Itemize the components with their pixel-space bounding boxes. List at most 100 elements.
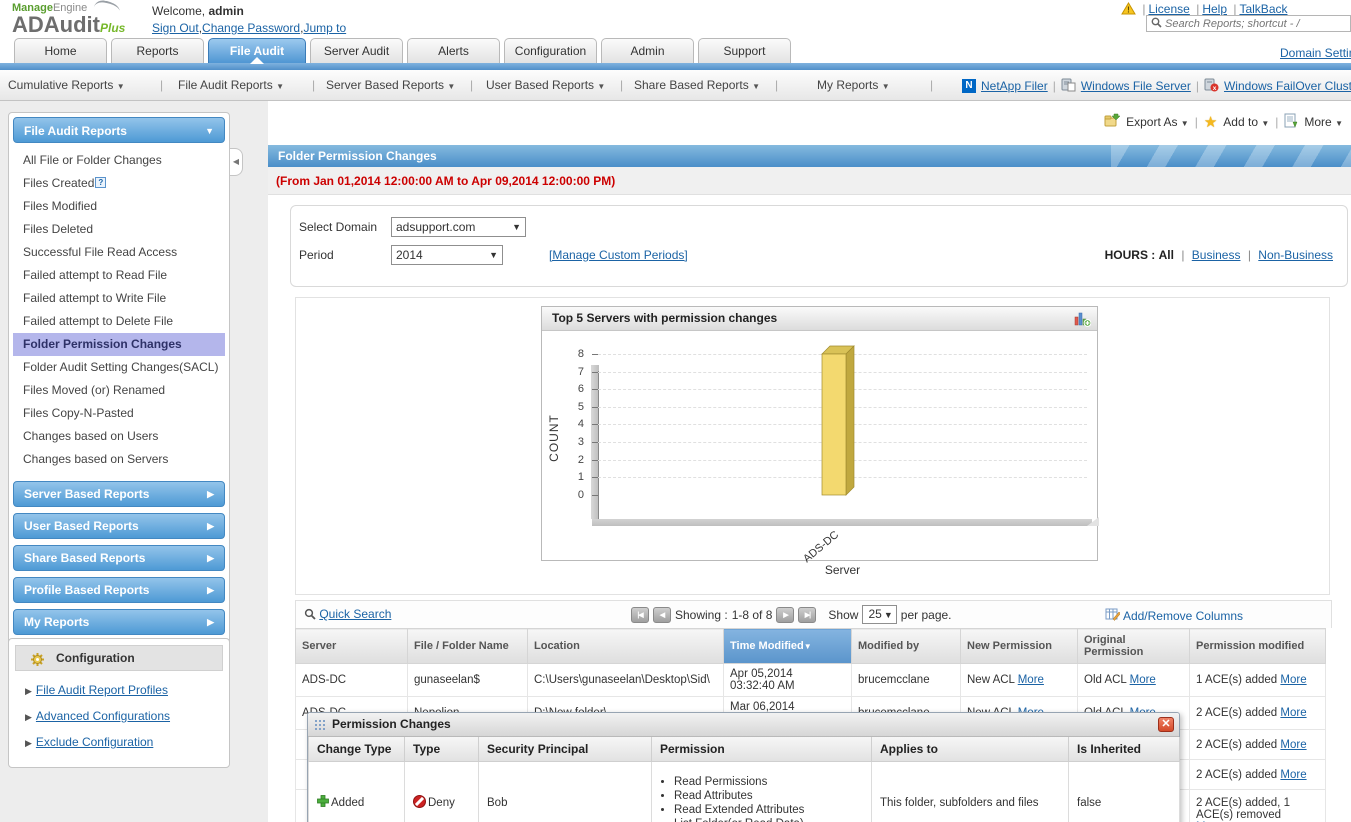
- subnav-cumulative-reports[interactable]: Cumulative Reports ▼: [8, 78, 125, 92]
- windows-file-server-link[interactable]: Windows File Server: [1081, 79, 1191, 93]
- col-original-permission[interactable]: Original Permission: [1077, 628, 1190, 664]
- add-remove-columns-link[interactable]: Add/Remove Columns: [1105, 607, 1243, 624]
- warning-icon[interactable]: !: [1121, 2, 1139, 18]
- subnav-my-reports[interactable]: My Reports ▼: [817, 78, 890, 92]
- sidebar-item-folder-permission-changes[interactable]: Folder Permission Changes: [13, 333, 225, 356]
- username: admin: [208, 4, 244, 18]
- sidebar-item-files-copy-n-pasted[interactable]: Files Copy-N-Pasted: [13, 402, 225, 425]
- hours-business-link[interactable]: Business: [1192, 248, 1241, 262]
- netapp-icon: N: [962, 79, 976, 93]
- prev-page-button[interactable]: ◀: [653, 606, 671, 623]
- tab-admin[interactable]: Admin: [601, 38, 694, 63]
- sidebar-item-successful-file-read-access[interactable]: Successful File Read Access: [13, 241, 225, 264]
- sidebar-item-failed-attempt-to-read-file[interactable]: Failed attempt to Read File: [13, 264, 225, 287]
- subnav-user-based-reports[interactable]: User Based Reports ▼: [486, 78, 605, 92]
- domain-select[interactable]: adsupport.com ▼: [391, 217, 526, 237]
- col-file-folder-name[interactable]: File / Folder Name: [407, 628, 528, 664]
- sidebar-section-my-reports[interactable]: My Reports ▶: [13, 609, 225, 635]
- config-link-exclude-configuration[interactable]: Exclude Configuration: [36, 735, 153, 749]
- manage-custom-periods-link[interactable]: [Manage Custom Periods]: [549, 248, 688, 262]
- col-new-permission[interactable]: New Permission: [960, 628, 1078, 664]
- period-select[interactable]: 2014 ▼: [391, 245, 503, 265]
- help-link[interactable]: Help: [1202, 2, 1227, 16]
- per-page-label: per page.: [900, 607, 952, 622]
- last-page-button[interactable]: ▶|: [798, 606, 817, 623]
- dialog-title-bar[interactable]: Permission Changes ✕: [308, 713, 1179, 737]
- chevron-right-icon: ▶: [207, 585, 214, 595]
- tab-configuration[interactable]: Configuration: [504, 38, 597, 63]
- export-as-button[interactable]: Export As ▼: [1126, 115, 1189, 129]
- sidebar-item-files-modified[interactable]: Files Modified: [13, 195, 225, 218]
- applies-to-value: This folder, subfolders and files: [871, 761, 1069, 822]
- sidebar-section-file-audit-reports[interactable]: File Audit Reports ▼: [13, 117, 225, 143]
- sidebar-section-share-based-reports[interactable]: Share Based Reports ▶: [13, 545, 225, 571]
- col-modified-by[interactable]: Modified by: [851, 628, 961, 664]
- y-tick: 8: [577, 348, 584, 360]
- chart-box: Top 5 Servers with permission changes 8 …: [541, 306, 1099, 577]
- close-icon[interactable]: ✕: [1158, 717, 1174, 732]
- col-server[interactable]: Server: [295, 628, 408, 664]
- jump-to-link[interactable]: Jump to: [303, 21, 346, 35]
- sidebar-item-folder-audit-setting-changes[interactable]: Folder Audit Setting Changes(SACL): [13, 356, 225, 379]
- search-icon: [1151, 17, 1162, 31]
- sidebar-item-files-created[interactable]: Files Created?: [13, 172, 225, 195]
- y-tick: 5: [577, 400, 584, 413]
- change-type-value: Added: [331, 796, 365, 809]
- next-page-button[interactable]: ▶: [776, 606, 795, 623]
- chevron-right-icon: ▶: [207, 617, 214, 627]
- sidebar-item-all-file-or-folder-changes[interactable]: All File or Folder Changes: [13, 149, 225, 172]
- quick-search-link[interactable]: Quick Search: [304, 607, 391, 621]
- domain-settings-link[interactable]: Domain Settings: [1280, 46, 1351, 60]
- add-to-button[interactable]: Add to ▼: [1223, 115, 1269, 129]
- subnav-file-audit-reports[interactable]: File Audit Reports ▼: [178, 78, 284, 92]
- drag-handle-icon[interactable]: [314, 719, 326, 731]
- tab-home[interactable]: Home: [14, 38, 107, 63]
- tab-server-audit[interactable]: Server Audit: [310, 38, 403, 63]
- global-search[interactable]: [1146, 15, 1351, 32]
- search-input[interactable]: [1165, 17, 1345, 30]
- sign-out-link[interactable]: Sign Out: [152, 21, 199, 35]
- col-time-modified[interactable]: Time Modified▼: [723, 628, 852, 664]
- filter-panel: Select Domain adsupport.com ▼ Period 2014…: [290, 205, 1348, 287]
- subnav-share-based-reports[interactable]: Share Based Reports ▼: [634, 78, 760, 92]
- talkback-link[interactable]: TalkBack: [1239, 2, 1287, 16]
- license-link[interactable]: License: [1148, 2, 1189, 16]
- config-link-advanced-configurations[interactable]: Advanced Configurations: [36, 709, 170, 723]
- netapp-filer-link[interactable]: NetApp Filer: [981, 79, 1048, 93]
- new-acl-more-link[interactable]: More: [1018, 674, 1044, 686]
- select-domain-label: Select Domain: [299, 220, 378, 234]
- tab-reports[interactable]: Reports: [111, 38, 204, 63]
- table-row: ADS-DC gunaseelan$ C:\Users\gunaseelan\D…: [295, 663, 1326, 697]
- sidebar-section-server-based-reports[interactable]: Server Based Reports ▶: [13, 481, 225, 507]
- permission-more-link[interactable]: More: [1280, 739, 1306, 751]
- first-page-button[interactable]: |◀: [631, 606, 649, 623]
- bar-ads-dc[interactable]: [818, 344, 858, 496]
- sidebar-item-files-moved-or-renamed[interactable]: Files Moved (or) Renamed: [13, 379, 225, 402]
- sidebar-section-profile-based-reports[interactable]: Profile Based Reports ▶: [13, 577, 225, 603]
- sidebar-item-changes-based-on-users[interactable]: Changes based on Users: [13, 425, 225, 448]
- permission-more-link[interactable]: More: [1280, 707, 1306, 719]
- tab-support[interactable]: Support: [698, 38, 791, 63]
- col-location[interactable]: Location: [527, 628, 724, 664]
- col-type: Type: [404, 737, 479, 762]
- old-acl-more-link[interactable]: More: [1130, 674, 1156, 686]
- sidebar-collapse-handle[interactable]: ◀: [230, 148, 243, 176]
- more-button[interactable]: More ▼: [1304, 115, 1343, 129]
- permission-more-link[interactable]: More: [1280, 674, 1306, 686]
- config-link-file-audit-report-profiles[interactable]: File Audit Report Profiles: [36, 683, 168, 697]
- permission-more-link[interactable]: More: [1280, 769, 1306, 781]
- change-password-link[interactable]: Change Password: [202, 21, 300, 35]
- sidebar-item-files-deleted[interactable]: Files Deleted: [13, 218, 225, 241]
- help-icon[interactable]: ?: [95, 177, 107, 188]
- search-icon: [304, 607, 316, 621]
- sidebar-item-changes-based-on-servers[interactable]: Changes based on Servers: [13, 448, 225, 471]
- windows-failover-cluster-link[interactable]: Windows FailOver Cluster: [1224, 79, 1351, 93]
- page-size-select[interactable]: 25 ▼: [862, 605, 897, 624]
- sidebar-item-failed-attempt-to-write-file[interactable]: Failed attempt to Write File: [13, 287, 225, 310]
- col-permission-modified[interactable]: Permission modified: [1189, 628, 1326, 664]
- sidebar-section-user-based-reports[interactable]: User Based Reports ▶: [13, 513, 225, 539]
- tab-alerts[interactable]: Alerts: [407, 38, 500, 63]
- subnav-server-based-reports[interactable]: Server Based Reports ▼: [326, 78, 455, 92]
- hours-non-business-link[interactable]: Non-Business: [1258, 248, 1333, 262]
- sidebar-item-failed-attempt-to-delete-file[interactable]: Failed attempt to Delete File: [13, 310, 225, 333]
